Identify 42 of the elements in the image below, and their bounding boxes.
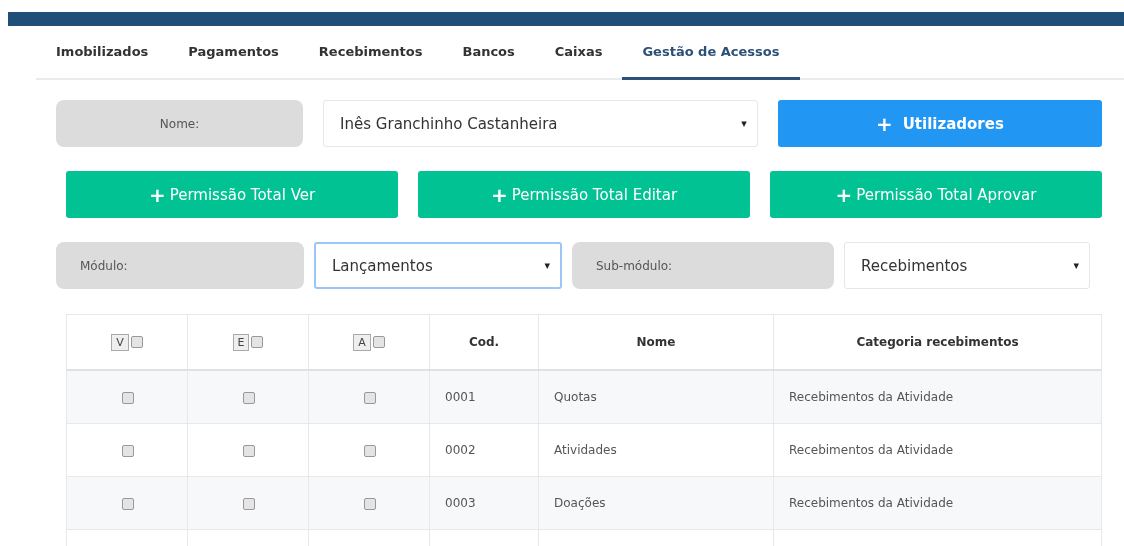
dropdown-arrow: ▾ xyxy=(741,117,747,130)
name-select[interactable]: Inês Granchinho Castanheira ▾ xyxy=(323,100,758,147)
table-cell: Quotas xyxy=(538,370,774,424)
column-letter: E xyxy=(232,333,250,351)
checkbox[interactable] xyxy=(243,391,255,404)
select-value: Recebimentos xyxy=(861,256,968,275)
checkbox[interactable] xyxy=(122,444,134,457)
table-cell: 0002 xyxy=(429,423,539,477)
tab[interactable]: Recebimentos xyxy=(298,26,443,80)
table-cell: 0003 xyxy=(429,476,539,530)
column-letter: A xyxy=(353,333,371,351)
table-cell: Doações xyxy=(538,476,774,530)
dropdown-arrow: ▾ xyxy=(1073,259,1079,272)
submodule-label: Sub-módulo: xyxy=(572,242,834,289)
checkbox[interactable] xyxy=(251,336,264,348)
checkbox[interactable] xyxy=(372,336,385,348)
tab[interactable]: Gestão de Acessos xyxy=(622,26,800,80)
name-label: Nome: xyxy=(56,100,304,147)
submodule-select[interactable]: Recebimentos ▾ xyxy=(844,242,1090,289)
checkbox[interactable] xyxy=(122,391,134,404)
checkbox[interactable] xyxy=(364,497,376,510)
table-cell: Recebimentos da Atividade xyxy=(773,423,1102,477)
checkbox[interactable] xyxy=(243,444,255,457)
checkbox[interactable] xyxy=(122,497,134,510)
dropdown-arrow: ▾ xyxy=(544,259,550,272)
table-cell: Recebimentos da Atividade xyxy=(773,476,1102,530)
tab[interactable]: Imobilizados xyxy=(36,26,169,80)
table-cell: Atividades xyxy=(538,423,774,477)
module-select[interactable]: Lançamentos ▾ xyxy=(314,242,562,289)
select-value: Lançamentos xyxy=(332,256,433,275)
module-label: Módulo: xyxy=(56,242,304,289)
checkbox[interactable] xyxy=(364,444,376,457)
tab[interactable]: Bancos xyxy=(442,26,535,80)
tab[interactable]: Caixas xyxy=(534,26,623,80)
select-value: Inês Granchinho Castanheira xyxy=(340,114,558,133)
checkbox[interactable] xyxy=(364,391,376,404)
column-letter: V xyxy=(111,333,129,351)
table-cell: 0001 xyxy=(429,370,539,424)
tab[interactable]: Pagamentos xyxy=(168,26,299,80)
table-cell: Recebimentos da Atividade xyxy=(773,370,1102,424)
checkbox[interactable] xyxy=(130,336,143,348)
checkbox[interactable] xyxy=(243,497,255,510)
